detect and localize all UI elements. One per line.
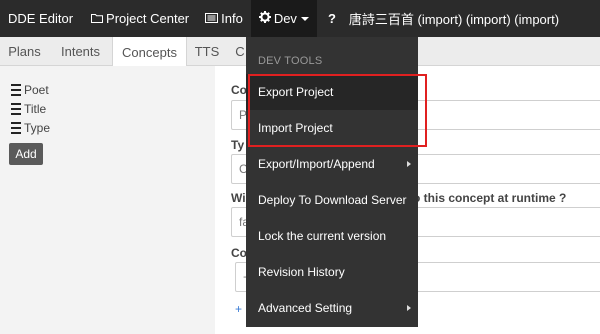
concept-item-poet[interactable]: Poet — [11, 83, 49, 97]
add-concept-button[interactable]: Add — [9, 143, 43, 165]
nav-project-center-label: Project Center — [106, 11, 190, 26]
concept-item-label: Type — [24, 121, 51, 135]
menu-item-deploy[interactable]: Deploy To Download Server — [246, 182, 418, 218]
drag-handle-icon[interactable] — [11, 103, 21, 115]
concept-item-title[interactable]: Title — [11, 102, 46, 116]
list-icon — [205, 11, 219, 26]
project-title: 唐詩三百首 (import) (import) (import) — [348, 12, 560, 27]
concept-item-type[interactable]: Type — [11, 121, 50, 135]
nav-project-center[interactable]: Project Center — [83, 0, 197, 37]
menu-item-label: Revision History — [258, 265, 345, 279]
menu-item-label: Import Project — [258, 121, 333, 135]
nav-dev-dropdown[interactable]: Dev — [250, 0, 317, 37]
tab-tts[interactable]: TTS — [187, 37, 227, 66]
menu-item-label: Lock the current version — [258, 229, 387, 243]
nav-info-label: Info — [221, 11, 243, 26]
tab-plans[interactable]: Plans — [0, 37, 49, 66]
menu-item-label: Deploy To Download Server — [258, 193, 407, 207]
brand-title[interactable]: DDE Editor — [0, 11, 83, 26]
nav-info[interactable]: Info — [197, 0, 251, 37]
menu-item-label: Export Project — [258, 85, 334, 99]
tab-concepts[interactable]: Concepts — [112, 37, 187, 67]
menu-header: DEV TOOLS — [258, 55, 323, 67]
menu-item-export-import-append[interactable]: Export/Import/Append — [246, 146, 418, 182]
menu-item-advanced-setting[interactable]: Advanced Setting — [246, 290, 418, 326]
menu-item-label: Export/Import/Append — [258, 157, 375, 171]
form-label-runtime-right: o this concept at runtime ? — [413, 191, 567, 205]
concept-item-label: Title — [24, 102, 47, 116]
folder-icon — [91, 11, 104, 26]
form-label-name: Co — [231, 83, 247, 97]
help-button[interactable]: ? — [317, 0, 347, 37]
top-navbar: DDE Editor Project Center Info Dev ? 唐詩三… — [0, 0, 600, 37]
menu-item-lock-version[interactable]: Lock the current version — [246, 218, 418, 254]
form-label-runtime-left: Wi — [231, 191, 246, 205]
form-label-content: Co — [231, 246, 247, 260]
menu-item-import-project[interactable]: Import Project — [246, 110, 418, 146]
menu-item-label: Advanced Setting — [258, 301, 353, 315]
caret-down-icon — [300, 16, 309, 21]
submenu-arrow-icon — [407, 161, 411, 167]
concept-sidebar: Poet Title Type Add — [0, 66, 215, 334]
add-entry-link[interactable]: + — [235, 302, 242, 316]
menu-item-revision-history[interactable]: Revision History — [246, 254, 418, 290]
drag-handle-icon[interactable] — [11, 84, 21, 96]
concept-item-label: Poet — [24, 83, 49, 97]
nav-dev-label: Dev — [273, 11, 297, 26]
drag-handle-icon[interactable] — [11, 122, 21, 134]
submenu-arrow-icon — [407, 305, 411, 311]
menu-item-export-project[interactable]: Export Project — [246, 74, 418, 110]
gear-icon — [258, 11, 271, 26]
tab-intents[interactable]: Intents — [49, 37, 112, 66]
form-label-type: Ty — [231, 138, 245, 152]
dev-tools-menu: DEV TOOLS Export Project Import Project … — [246, 37, 418, 327]
